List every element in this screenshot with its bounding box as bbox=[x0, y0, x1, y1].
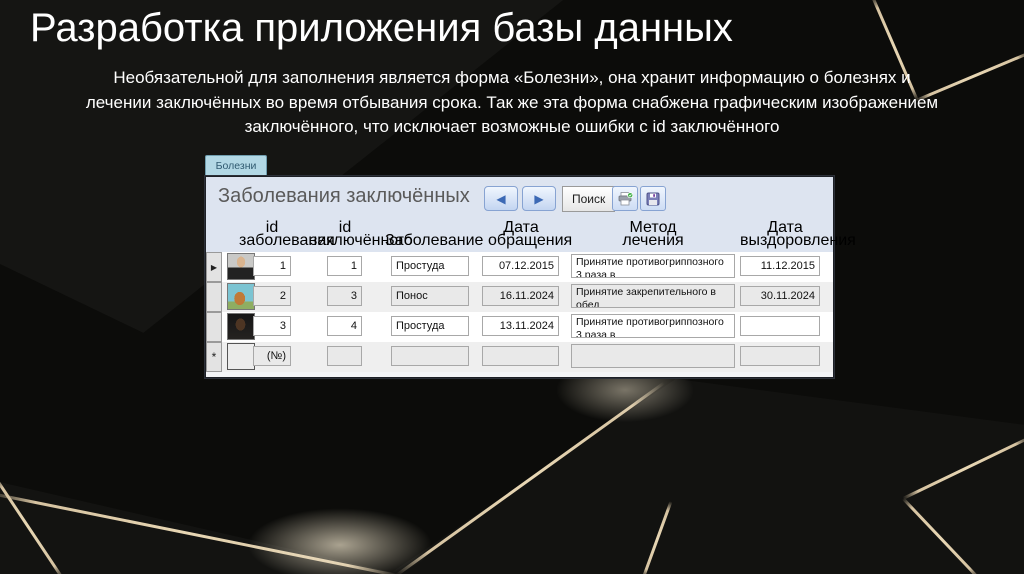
prisoner-photo[interactable] bbox=[227, 253, 255, 280]
request-date-field[interactable]: 07.12.2015 bbox=[482, 256, 559, 276]
search-button-label: Поиск bbox=[572, 192, 606, 206]
paragraph-line: Необязательной для заполнения является ф… bbox=[113, 68, 911, 87]
request-date-field[interactable]: 13.11.2024 bbox=[482, 316, 559, 336]
treatment-field[interactable] bbox=[571, 344, 735, 368]
previous-record-button[interactable]: ◀ bbox=[484, 186, 518, 211]
column-header-disease: Заболевание bbox=[385, 231, 484, 249]
id-prisoner-field[interactable]: 3 bbox=[327, 286, 362, 306]
id-prisoner-field[interactable] bbox=[327, 346, 362, 366]
column-headers: id заболевания id заключённого Заболеван… bbox=[206, 215, 856, 252]
tab-label: Болезни bbox=[215, 160, 257, 172]
column-header-treatment: Метод лечения bbox=[622, 219, 684, 249]
form-header: Заболевания заключённых ◀ ▶ Поиск bbox=[206, 177, 833, 215]
recovery-date-field[interactable] bbox=[740, 346, 820, 366]
record-selector[interactable] bbox=[206, 282, 222, 312]
request-date-field[interactable] bbox=[482, 346, 559, 366]
access-form-screenshot: Болезни Заболевания заключённых ◀ ▶ Поис… bbox=[205, 155, 856, 378]
recovery-date-field[interactable]: 11.12.2015 bbox=[740, 256, 820, 276]
records-area: ▶ 1 1 Простуда 07.12.2015 Принятие проти… bbox=[206, 252, 833, 377]
column-header-recovery-date: Дата выздоровления bbox=[740, 219, 856, 249]
id-prisoner-field[interactable]: 4 bbox=[327, 316, 362, 336]
arrow-right-icon: ▶ bbox=[534, 191, 544, 206]
id-disease-field[interactable]: 2 bbox=[253, 286, 291, 306]
prisoner-photo[interactable] bbox=[227, 313, 255, 340]
id-disease-field[interactable]: 1 bbox=[253, 256, 291, 276]
column-header-request-date: Дата обращения bbox=[488, 219, 573, 249]
record-row: 2 3 Понос 16.11.2024 Принятие закрепител… bbox=[206, 282, 833, 312]
save-icon bbox=[646, 192, 660, 205]
recovery-date-field[interactable]: 30.11.2024 bbox=[740, 286, 820, 306]
disease-field[interactable]: Простуда bbox=[391, 256, 469, 276]
record-row: 3 4 Простуда 13.11.2024 Принятие противо… bbox=[206, 312, 833, 342]
diseases-form: Заболевания заключённых ◀ ▶ Поиск id заб… bbox=[205, 176, 856, 378]
print-button[interactable] bbox=[612, 186, 638, 211]
slide-title: Разработка приложения базы данных bbox=[30, 6, 733, 50]
prisoner-photo-empty[interactable] bbox=[227, 343, 255, 370]
id-prisoner-field[interactable]: 1 bbox=[327, 256, 362, 276]
id-disease-field[interactable]: (№) bbox=[253, 346, 291, 366]
search-button[interactable]: Поиск bbox=[562, 186, 616, 212]
current-record-arrow-icon: ▶ bbox=[210, 262, 218, 272]
next-record-button[interactable]: ▶ bbox=[522, 186, 556, 211]
treatment-field[interactable]: Принятие противогриппозного 3 раза в bbox=[571, 254, 735, 278]
record-selector[interactable] bbox=[206, 312, 222, 342]
asterisk-icon: * bbox=[211, 350, 217, 364]
new-record-row: * (№) bbox=[206, 342, 833, 372]
id-disease-field[interactable]: 3 bbox=[253, 316, 291, 336]
disease-field[interactable]: Понос bbox=[391, 286, 469, 306]
printer-icon bbox=[618, 191, 633, 205]
disease-field[interactable] bbox=[391, 346, 469, 366]
recovery-date-field[interactable] bbox=[740, 316, 820, 336]
slide-paragraph: Необязательной для заполнения является ф… bbox=[0, 66, 1024, 140]
new-record-selector[interactable]: * bbox=[206, 342, 222, 372]
record-row: ▶ 1 1 Простуда 07.12.2015 Принятие проти… bbox=[206, 252, 833, 282]
column-header-id-disease: id заболевания bbox=[239, 219, 335, 249]
request-date-field[interactable]: 16.11.2024 bbox=[482, 286, 559, 306]
disease-field[interactable]: Простуда bbox=[391, 316, 469, 336]
record-selector[interactable]: ▶ bbox=[206, 252, 222, 282]
tab-diseases[interactable]: Болезни bbox=[205, 155, 267, 176]
prisoner-photo[interactable] bbox=[227, 283, 255, 310]
presentation-slide: Разработка приложения базы данных Необяз… bbox=[0, 0, 1024, 574]
treatment-field[interactable]: Принятие закрепительного в обед bbox=[571, 284, 735, 308]
save-button[interactable] bbox=[640, 186, 666, 211]
paragraph-line: заключённого, что исключает возможные ош… bbox=[244, 117, 780, 136]
form-title: Заболевания заключённых bbox=[218, 184, 470, 207]
treatment-field[interactable]: Принятие противогриппозного 3 раза в bbox=[571, 314, 735, 338]
arrow-left-icon: ◀ bbox=[496, 191, 506, 206]
paragraph-line: лечении заключённых во время отбывания с… bbox=[85, 92, 939, 112]
column-header-id-prisoner: id заключённого bbox=[310, 219, 413, 249]
